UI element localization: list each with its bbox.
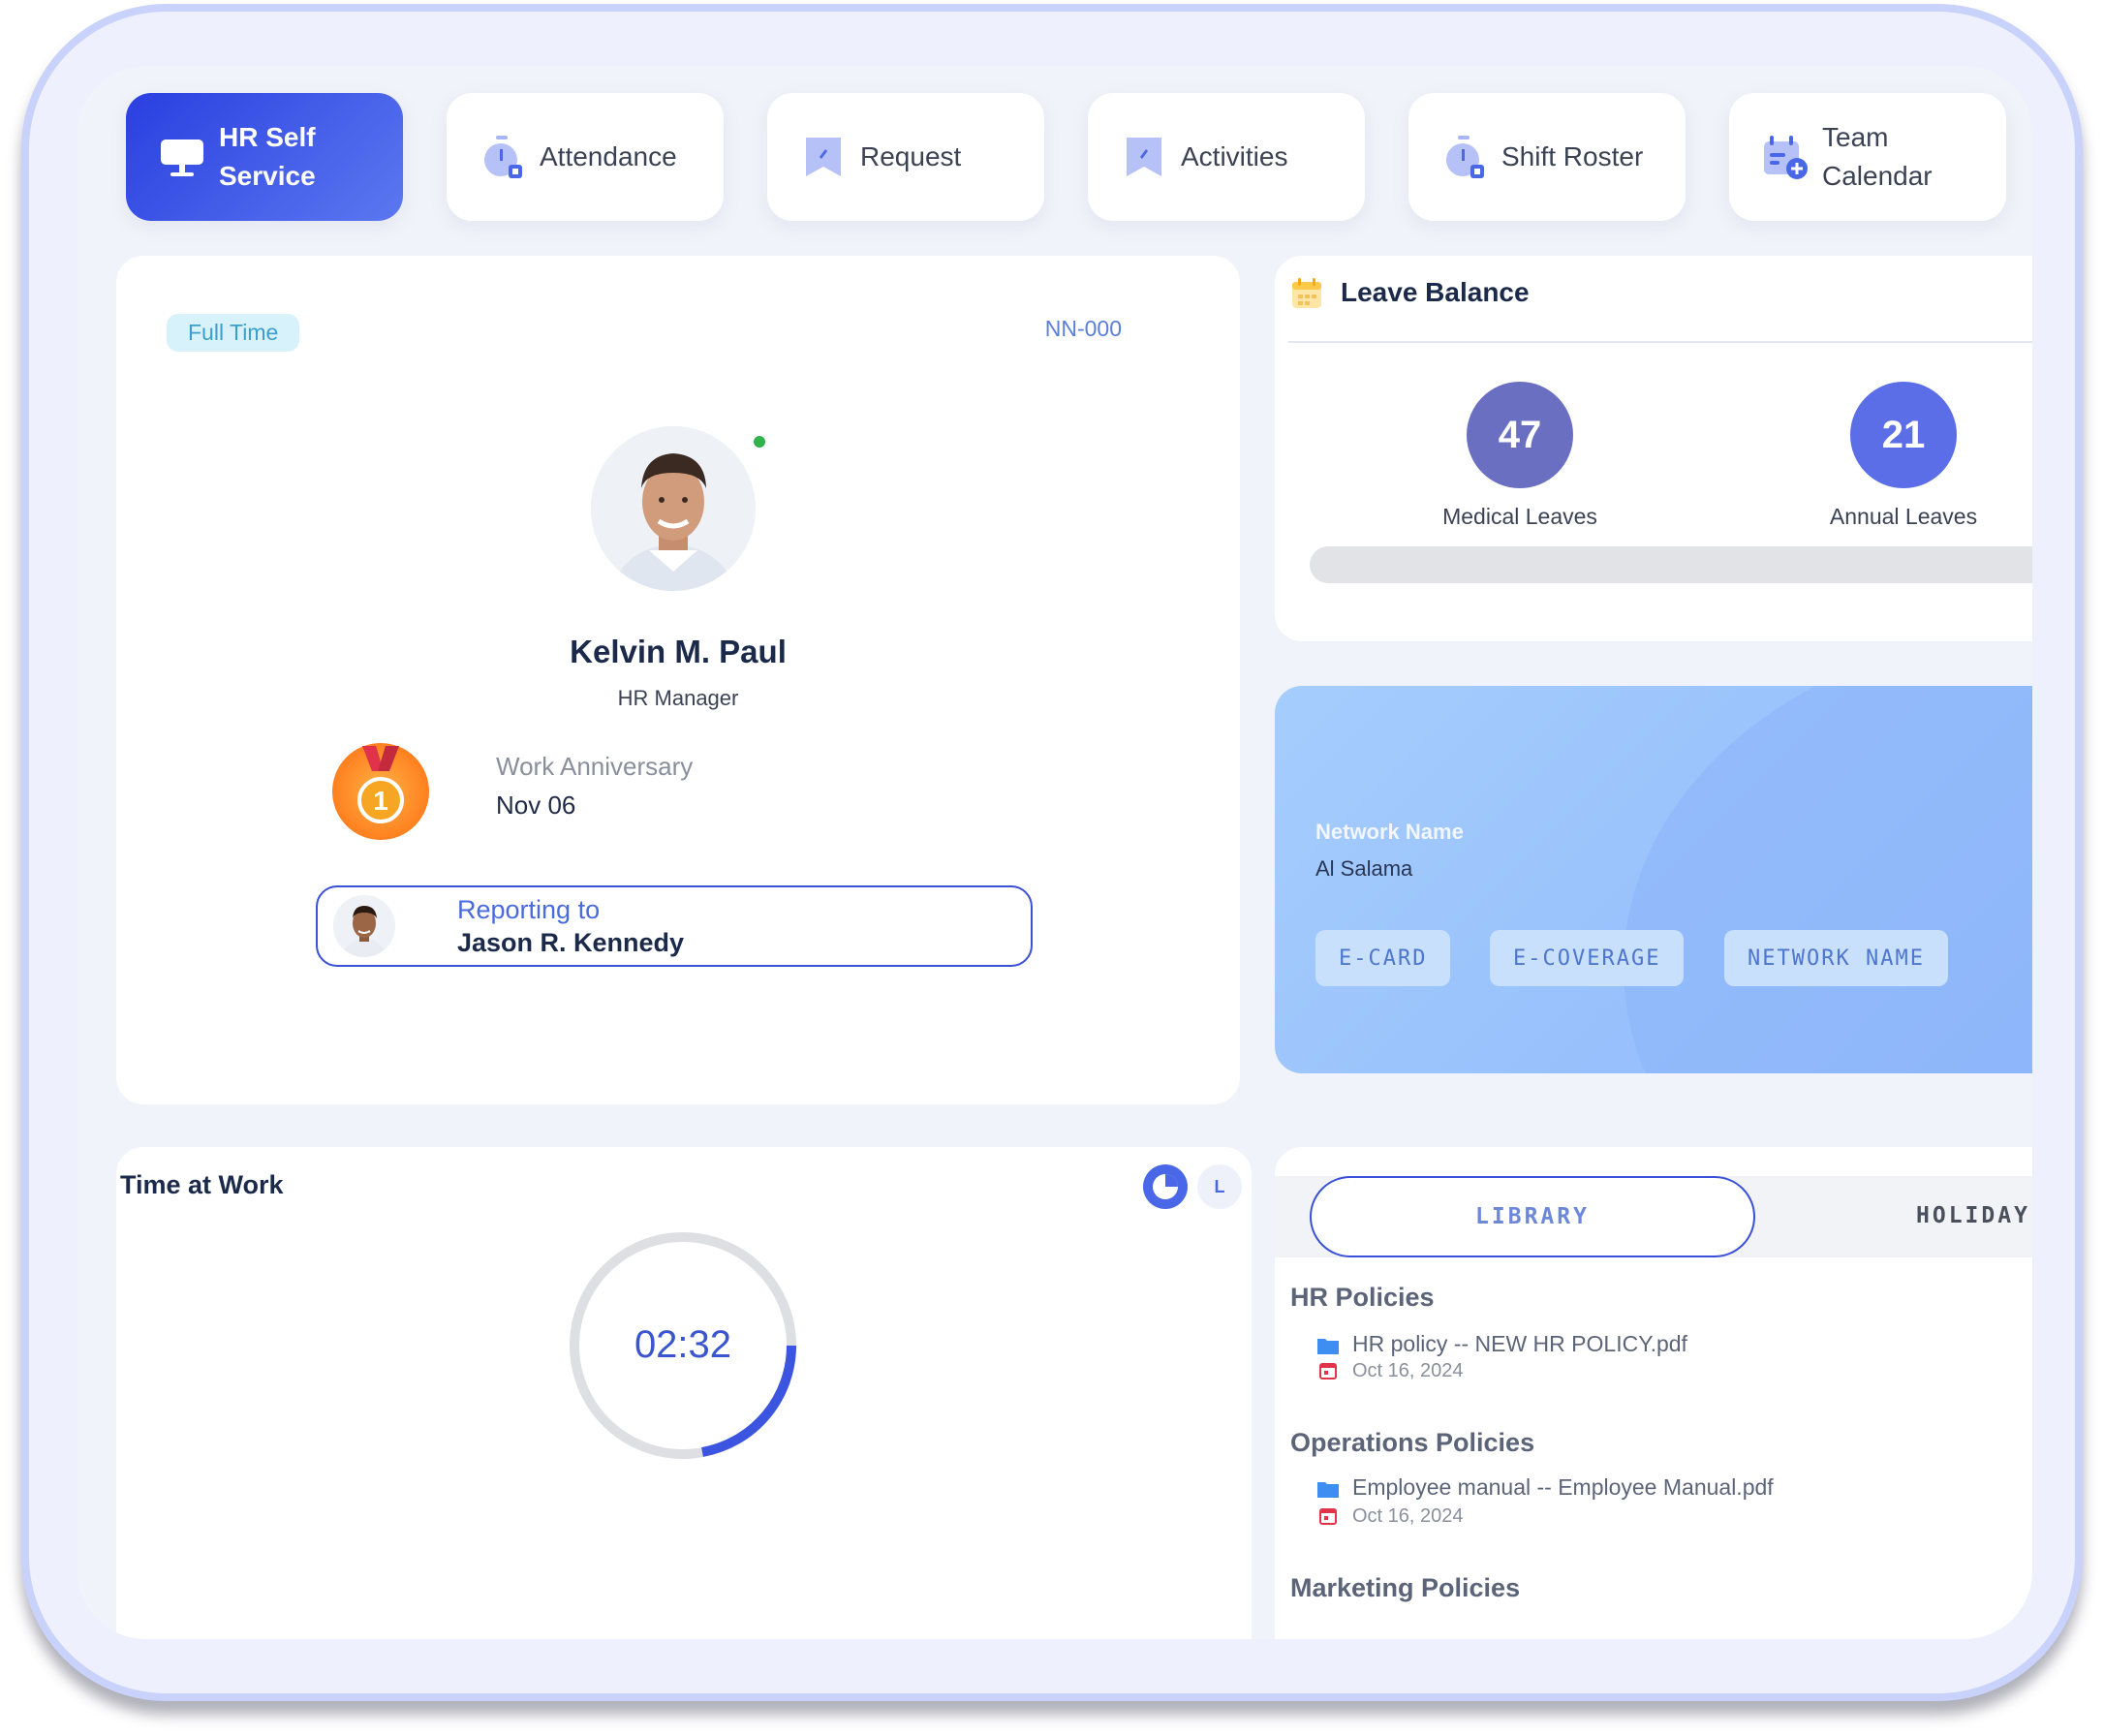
employee-role: HR Manager (617, 686, 739, 710)
tab-holiday[interactable]: HOLIDAY (1916, 1203, 2030, 1228)
anniversary-date: Nov 06 (496, 790, 576, 820)
tab-label: Activities (1181, 141, 1288, 171)
document-link[interactable]: Employee manual -- Employee Manual.pdf (1352, 1474, 1774, 1501)
tab-attendance[interactable]: Attendance (447, 93, 724, 221)
date-icon (1319, 1507, 1337, 1525)
e-card-button[interactable]: E-CARD (1315, 930, 1451, 986)
reporting-to-card[interactable]: Reporting to Jason R. Kennedy (316, 885, 1033, 967)
calendar-icon (1290, 277, 1323, 315)
manager-avatar (333, 895, 395, 957)
document-date: Oct 16, 2024 (1352, 1360, 1464, 1381)
time-at-work-title: Time at Work (120, 1170, 284, 1199)
profile-card: Full Time NN-000 Kelvin M. Paul HR Manag… (116, 256, 1240, 1104)
tab-label: Shift Roster (1501, 141, 1644, 171)
reporting-label: Reporting to (457, 895, 601, 924)
bookmark-icon (800, 134, 847, 180)
folder-icon (1317, 1480, 1339, 1498)
document-link[interactable]: HR policy -- NEW HR POLICY.pdf (1352, 1331, 1687, 1357)
tab-team-calendar[interactable]: Team Calendar (1729, 93, 2006, 221)
annual-leaves-label: Annual Leaves (1829, 504, 1978, 529)
avatar[interactable] (591, 426, 756, 591)
medal-icon: 1 (329, 740, 432, 843)
annual-leaves-count[interactable]: 21 (1850, 382, 1957, 488)
medical-leaves-count[interactable]: 47 (1467, 382, 1573, 488)
medical-leaves-label: Medical Leaves (1442, 504, 1597, 529)
leave-balance-card: Leave Balance 47 Medical Leaves 21 Annua… (1275, 256, 2032, 641)
tab-label: Request (860, 141, 962, 171)
tab-activities[interactable]: Activities (1088, 93, 1365, 221)
tab-shift-roster[interactable]: Shift Roster (1408, 93, 1686, 221)
online-status-dot (754, 436, 765, 448)
divider (1288, 341, 2032, 343)
employment-type-badge: Full Time (167, 314, 300, 352)
document-date: Oct 16, 2024 (1352, 1505, 1464, 1527)
anniversary-title: Work Anniversary (496, 752, 694, 781)
employee-name: Kelvin M. Paul (570, 634, 787, 669)
network-name-button[interactable]: NETWORK NAME (1724, 930, 1948, 986)
insurance-card: Network Name Al Salama E-CARD E-COVERAGE… (1275, 686, 2032, 1073)
manager-name[interactable]: Jason R. Kennedy (457, 928, 684, 958)
tab-library[interactable]: LIBRARY (1310, 1176, 1755, 1257)
bookmark-icon (1121, 134, 1167, 180)
network-name-value: Al Salama (1315, 856, 1413, 881)
section-title-marketing-policies: Marketing Policies (1290, 1573, 1521, 1602)
leave-progress-bar (1310, 546, 2032, 583)
stopwatch-icon (1441, 134, 1488, 180)
tab-label: Attendance (540, 141, 677, 171)
pie-chart-icon[interactable] (1143, 1164, 1188, 1209)
tab-request[interactable]: Request (767, 93, 1044, 221)
library-card: LIBRARY HOLIDAY HR Policies HR policy --… (1275, 1147, 2032, 1639)
elapsed-time: 02:32 (634, 1323, 732, 1366)
employee-id: NN-000 (1044, 316, 1122, 341)
tab-label: HR Self Service (219, 122, 316, 191)
section-title-hr-policies: HR Policies (1290, 1283, 1435, 1312)
date-icon (1319, 1362, 1337, 1380)
monitor-icon (159, 134, 205, 180)
network-name-label: Network Name (1315, 820, 1464, 844)
bar-chart-toggle[interactable]: L (1197, 1164, 1242, 1209)
svg-text:1: 1 (373, 786, 388, 816)
time-at-work-card: Time at Work L 02:32 (116, 1147, 1252, 1639)
tab-label: Team Calendar (1822, 122, 1933, 191)
section-title-operations-policies: Operations Policies (1290, 1428, 1535, 1457)
e-coverage-button[interactable]: E-COVERAGE (1490, 930, 1685, 986)
stopwatch-icon (480, 134, 526, 180)
leave-balance-title: Leave Balance (1341, 277, 1530, 307)
tab-hr-self-service[interactable]: HR Self Service (126, 93, 403, 221)
dashboard: HR Self Service Attendance Request Activ… (77, 66, 2032, 1639)
calendar-add-icon (1762, 134, 1809, 180)
folder-icon (1317, 1337, 1339, 1354)
